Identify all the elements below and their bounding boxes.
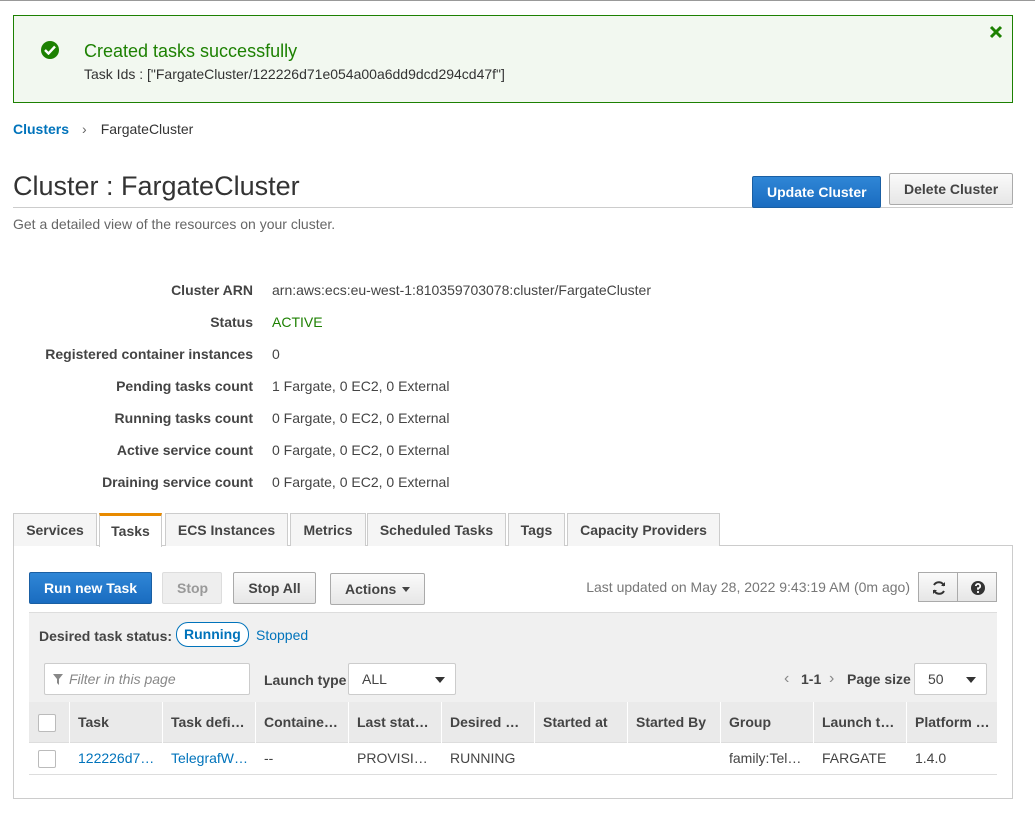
page-size-value: 50: [928, 671, 944, 687]
launch-type-value: ALL: [362, 671, 387, 687]
task-definition-link[interactable]: TelegrafW…: [163, 743, 253, 774]
caret-down-icon: [966, 677, 976, 683]
actions-dropdown[interactable]: Actions: [330, 573, 425, 605]
pager-next-icon[interactable]: ›: [829, 670, 834, 688]
column-header-task[interactable]: Task: [70, 702, 163, 743]
page-title: Cluster : FargateCluster: [13, 171, 300, 201]
group-cell: family:Tel…: [729, 750, 802, 766]
column-header-group[interactable]: Group: [721, 702, 814, 743]
detail-row-cluster-arn: Cluster ARN arn:aws:ecs:eu-west-1:810359…: [0, 282, 1035, 302]
run-new-task-button[interactable]: Run new Task: [29, 572, 152, 604]
page-size-select[interactable]: 50: [914, 663, 987, 695]
column-header-desired-status[interactable]: Desired …: [442, 702, 535, 743]
task-id-link[interactable]: 122226d7…: [70, 743, 160, 774]
update-cluster-button[interactable]: Update Cluster: [752, 176, 881, 208]
filter-stopped-link[interactable]: Stopped: [256, 627, 308, 643]
tab-metrics[interactable]: Metrics: [290, 513, 366, 546]
flash-title: Created tasks successfully: [84, 41, 298, 61]
detail-row-status: Status ACTIVE: [0, 314, 1035, 334]
filter-icon: [53, 674, 63, 685]
filter-input-wrapper: [44, 663, 250, 695]
detail-value: 0 Fargate, 0 EC2, 0 External: [272, 474, 450, 490]
chevron-right-icon: ›: [82, 121, 87, 137]
tab-capacity-providers[interactable]: Capacity Providers: [567, 513, 720, 546]
container-instance-cell: --: [264, 750, 274, 766]
status-badge: ACTIVE: [272, 314, 323, 330]
detail-label: Pending tasks count: [116, 378, 253, 394]
detail-label: Running tasks count: [114, 410, 253, 426]
detail-label: Draining service count: [102, 474, 253, 490]
refresh-button[interactable]: [918, 572, 958, 602]
launch-type-cell: FARGATE: [822, 750, 887, 766]
filter-running-toggle[interactable]: Running: [176, 622, 249, 647]
column-header-launch-type[interactable]: Launch t…: [814, 702, 907, 743]
column-header-last-status[interactable]: Last stat…: [349, 702, 442, 743]
started-at-cell: [535, 743, 625, 774]
window-top-border: [0, 0, 1035, 1]
pager-range: 1-1: [801, 671, 822, 687]
last-updated-text: Last updated on May 28, 2022 9:43:19 AM …: [586, 579, 910, 595]
breadcrumb-clusters-link[interactable]: Clusters: [13, 121, 69, 137]
breadcrumb: Clusters › FargateCluster: [13, 121, 193, 137]
filter-input[interactable]: [67, 670, 242, 688]
detail-value: 0 Fargate, 0 EC2, 0 External: [272, 442, 450, 458]
delete-cluster-button[interactable]: Delete Cluster: [889, 173, 1013, 205]
column-header-started-by[interactable]: Started By: [628, 702, 721, 743]
check-circle-icon: [41, 41, 59, 59]
tab-services[interactable]: Services: [13, 513, 97, 546]
pager-prev-icon[interactable]: ‹: [784, 670, 789, 688]
detail-value: 0: [272, 346, 280, 362]
column-header-started-at[interactable]: Started at: [535, 702, 628, 743]
tab-scheduled-tasks[interactable]: Scheduled Tasks: [367, 513, 506, 546]
desired-status-cell: RUNNING: [450, 750, 516, 766]
task-filter-bar: Desired task status: Running Stopped Lau…: [29, 612, 997, 702]
page-subtitle: Get a detailed view of the resources on …: [13, 216, 336, 232]
caret-down-icon: [435, 677, 445, 683]
tab-tasks[interactable]: Tasks: [99, 513, 162, 547]
detail-label: Status: [210, 314, 253, 330]
flash-message: Task Ids : ["FargateCluster/122226d71e05…: [84, 66, 505, 82]
tasks-table-header: Task Task defi… Containe… Last stat… Des…: [29, 702, 997, 743]
help-icon: [971, 581, 985, 595]
detail-row-pending-tasks: Pending tasks count 1 Fargate, 0 EC2, 0 …: [0, 378, 1035, 398]
success-flash: Created tasks successfully Task Ids : ["…: [13, 15, 1013, 103]
detail-value: arn:aws:ecs:eu-west-1:810359703078:clust…: [272, 282, 651, 298]
help-button[interactable]: [957, 572, 997, 602]
detail-label: Registered container instances: [45, 346, 253, 362]
detail-row-running-tasks: Running tasks count 0 Fargate, 0 EC2, 0 …: [0, 410, 1035, 430]
column-header-platform-version[interactable]: Platform …: [907, 702, 997, 743]
select-all-cell: [29, 702, 70, 743]
detail-row-registered-instances: Registered container instances 0: [0, 346, 1035, 366]
page-size-label: Page size: [847, 671, 911, 687]
launch-type-select[interactable]: ALL: [348, 663, 456, 695]
detail-label: Active service count: [116, 442, 253, 458]
tab-ecs-instances[interactable]: ECS Instances: [165, 513, 288, 546]
breadcrumb-current: FargateCluster: [100, 121, 194, 137]
platform-version-cell: 1.4.0: [915, 750, 947, 766]
stop-button[interactable]: Stop: [162, 572, 222, 604]
detail-value: 0 Fargate, 0 EC2, 0 External: [272, 410, 450, 426]
select-all-checkbox[interactable]: [38, 714, 56, 732]
tab-tags[interactable]: Tags: [508, 513, 565, 546]
desired-status-label: Desired task status:: [39, 628, 173, 644]
started-by-cell: [628, 743, 718, 774]
caret-down-icon: [402, 587, 410, 592]
refresh-icon: [933, 581, 945, 595]
launch-type-label: Launch type: [264, 672, 347, 688]
detail-label: Cluster ARN: [171, 282, 253, 298]
last-status-cell: PROVISI…: [357, 750, 428, 766]
detail-row-active-services: Active service count 0 Fargate, 0 EC2, 0…: [0, 442, 1035, 462]
detail-row-draining-services: Draining service count 0 Fargate, 0 EC2,…: [0, 474, 1035, 494]
column-header-container-instance[interactable]: Containe…: [256, 702, 349, 743]
row-select-checkbox[interactable]: [38, 750, 56, 768]
stop-all-button[interactable]: Stop All: [233, 572, 316, 604]
close-icon[interactable]: [989, 25, 1003, 39]
actions-label: Actions: [345, 581, 397, 597]
column-header-task-definition[interactable]: Task defi…: [163, 702, 256, 743]
table-row: 122226d7… TelegrafW… -- PROVISI… RUNNING…: [29, 743, 997, 775]
detail-value: 1 Fargate, 0 EC2, 0 External: [272, 378, 450, 394]
